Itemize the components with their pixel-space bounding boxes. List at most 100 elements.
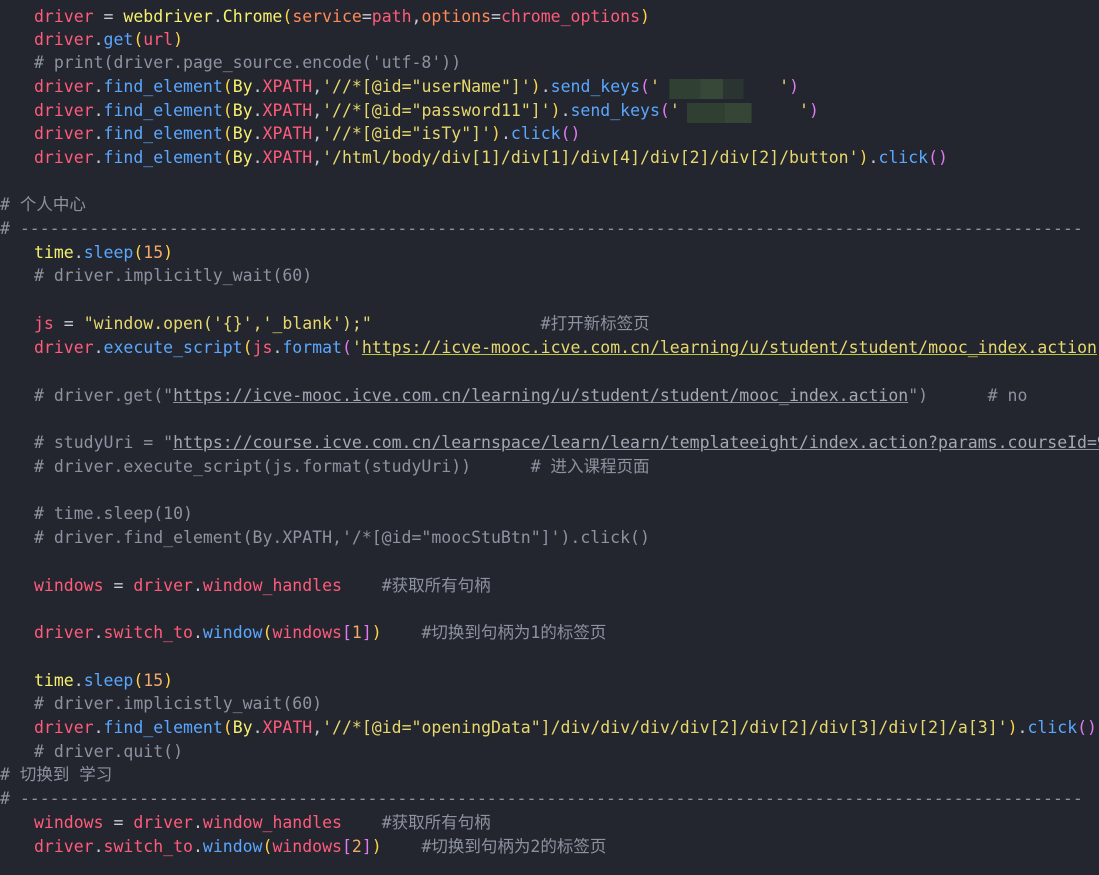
- code-token: .: [93, 718, 104, 737]
- code-line[interactable]: driver.switch_to.window(windows[1]) #切换到…: [34, 621, 606, 645]
- code-token: chrome_options: [500, 7, 641, 26]
- code-token: https://icve-mooc.icve.com.cn/learning/u…: [173, 386, 909, 405]
- code-line[interactable]: driver.get(url): [34, 28, 183, 52]
- code-token: time: [34, 671, 74, 690]
- code-line[interactable]: # --------------------------------------…: [0, 787, 1083, 811]
- code-token: time: [34, 243, 74, 262]
- code-line[interactable]: time.sleep(15): [34, 669, 173, 693]
- code-token: .: [252, 124, 263, 143]
- code-token: (: [242, 338, 253, 357]
- code-token: .: [560, 101, 571, 120]
- code-token: .: [192, 837, 203, 856]
- code-token: "window.open('{}','_blank');": [83, 314, 372, 333]
- code-token: .: [500, 124, 511, 143]
- code-token: ): [491, 124, 501, 143]
- redacted-value: [679, 103, 799, 123]
- code-token: .: [192, 623, 203, 642]
- code-line[interactable]: # driver.implicistly_wait(60): [34, 692, 322, 716]
- code-line[interactable]: # driver.implicitly_wait(60): [34, 264, 312, 288]
- code-token: ': [779, 77, 790, 96]
- code-token: switch_to: [103, 623, 193, 642]
- code-token: ): [371, 837, 382, 856]
- code-token: [: [341, 837, 352, 856]
- code-token: By: [232, 124, 253, 143]
- code-token: ,: [312, 77, 323, 96]
- code-token: (: [133, 671, 144, 690]
- code-token: "]/div/div/div/div[2]/div[2]/div[3]/div[…: [530, 718, 1008, 737]
- code-token: 2: [351, 837, 362, 856]
- code-line[interactable]: # driver.get("https://icve-mooc.icve.com…: [34, 384, 1027, 408]
- code-token: # 切换到 学习: [0, 765, 113, 784]
- code-line[interactable]: driver.find_element(By.XPATH,'/html/body…: [34, 146, 948, 170]
- code-token: window_handles: [202, 813, 342, 832]
- code-token: js: [252, 338, 273, 357]
- code-line[interactable]: driver.find_element(By.XPATH,'//*[@id="o…: [34, 716, 1097, 740]
- code-token: # print(driver.page_source.encode('utf-8…: [34, 53, 462, 72]
- code-token: ,: [312, 148, 323, 167]
- code-line[interactable]: # time.sleep(10): [34, 502, 193, 526]
- code-token: get: [103, 30, 134, 49]
- code-token: driver: [133, 576, 193, 595]
- code-token: # --------------------------------------…: [0, 789, 1083, 808]
- code-token: .: [93, 124, 104, 143]
- code-token: find_element: [103, 101, 223, 120]
- code-token: XPATH: [262, 718, 313, 737]
- code-line[interactable]: time.sleep(15): [34, 241, 173, 265]
- code-token: XPATH: [262, 124, 313, 143]
- code-token: send_keys: [570, 101, 660, 120]
- code-line[interactable]: # driver.find_element(By.XPATH,'/*[@id="…: [34, 526, 650, 550]
- code-line[interactable]: # studyUri = "https://course.icve.com.cn…: [34, 431, 1099, 455]
- code-line[interactable]: js = "window.open('{}','_blank');" #打开新标…: [34, 312, 650, 336]
- code-line[interactable]: # driver.execute_script(js.format(studyU…: [34, 455, 650, 479]
- code-token: find_element: [103, 718, 223, 737]
- code-token: XPATH: [262, 101, 313, 120]
- code-token: "]': [500, 77, 531, 96]
- code-token: Chrome: [222, 7, 283, 26]
- code-token: isTy: [421, 124, 462, 143]
- code-editor[interactable]: driver = webdriver.Chrome(service=path,o…: [0, 0, 1099, 875]
- code-token: ,: [312, 101, 323, 120]
- code-token: ,: [411, 7, 422, 26]
- code-token: "]': [520, 101, 551, 120]
- code-token: =: [361, 7, 372, 26]
- code-line[interactable]: # --------------------------------------…: [0, 217, 1083, 241]
- code-line[interactable]: driver.find_element(By.XPATH,'//*[@id="u…: [34, 75, 799, 99]
- code-line[interactable]: driver = webdriver.Chrome(service=path,o…: [34, 5, 650, 29]
- code-token: # driver.get(": [34, 386, 174, 405]
- code-token: .: [252, 101, 263, 120]
- code-token: find_element: [103, 124, 223, 143]
- code-token: format: [282, 338, 342, 357]
- code-token: driver: [34, 148, 94, 167]
- code-line[interactable]: driver.execute_script(js.format('https:/…: [34, 336, 1099, 360]
- code-line[interactable]: driver.find_element(By.XPATH,'//*[@id="i…: [34, 122, 580, 146]
- code-token: # driver.execute_script(js.format(studyU…: [34, 457, 650, 476]
- code-line[interactable]: # print(driver.page_source.encode('utf-8…: [34, 51, 461, 75]
- code-token: ': [799, 101, 809, 120]
- code-token: # driver.find_element(By.XPATH,'/*[@id="…: [34, 528, 650, 547]
- code-token: windows: [34, 813, 104, 832]
- code-token: ': [351, 338, 362, 357]
- code-token: #打开新标签页: [540, 314, 650, 333]
- code-token: openingData: [421, 718, 531, 737]
- code-line[interactable]: windows = driver.window_handles #获取所有句柄: [34, 811, 491, 835]
- code-line[interactable]: driver.switch_to.window(windows[2]) #切换到…: [34, 835, 606, 859]
- code-token: =: [491, 7, 501, 26]
- code-token: (: [640, 77, 650, 96]
- code-token: .: [192, 576, 203, 595]
- code-token: (: [222, 718, 233, 737]
- code-line[interactable]: # 个人中心: [0, 193, 86, 217]
- code-token: click: [878, 148, 929, 167]
- code-token: # time.sleep(10): [34, 504, 193, 523]
- code-token: "]': [461, 124, 492, 143]
- code-token: ): [163, 243, 174, 262]
- code-token: ): [173, 30, 184, 49]
- code-token: '//*[@id=": [322, 718, 422, 737]
- code-token: .: [93, 77, 104, 96]
- code-line[interactable]: driver.find_element(By.XPATH,'//*[@id="p…: [34, 99, 819, 123]
- code-line[interactable]: # driver.quit(): [34, 740, 183, 764]
- code-line[interactable]: # 切换到 学习: [0, 763, 112, 787]
- code-line[interactable]: windows = driver.window_handles #获取所有句柄: [34, 574, 491, 598]
- code-token: sleep: [83, 671, 134, 690]
- code-token: (: [262, 837, 273, 856]
- code-token: ,: [312, 718, 323, 737]
